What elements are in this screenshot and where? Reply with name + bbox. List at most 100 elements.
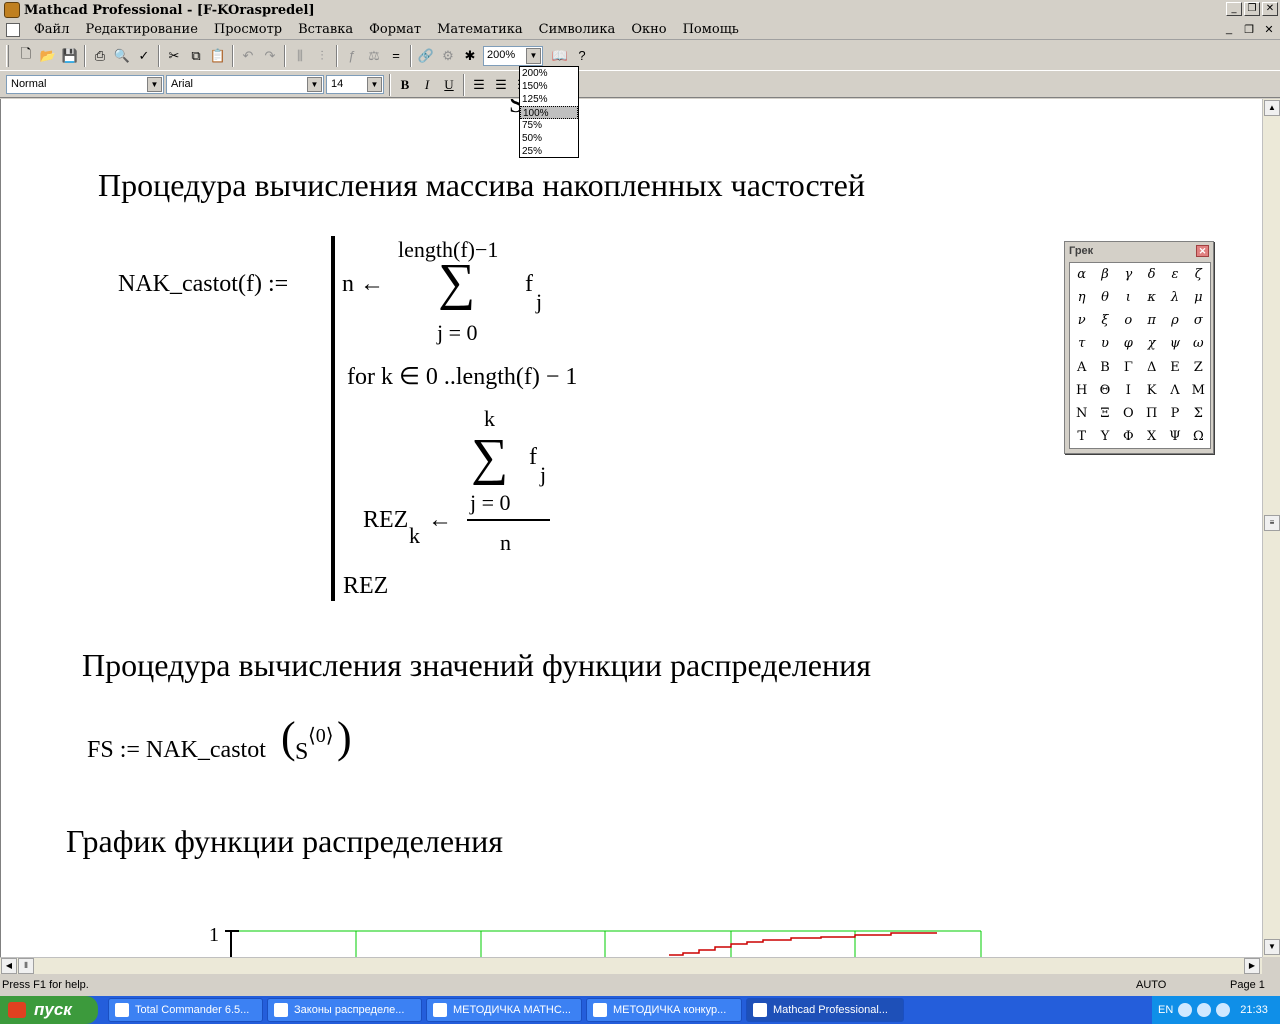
greek-letter-button[interactable]: Ζ: [1187, 356, 1210, 379]
greek-letter-button[interactable]: ο: [1117, 309, 1140, 332]
bold-button[interactable]: B: [394, 75, 416, 95]
greek-letter-button[interactable]: Θ: [1093, 379, 1116, 402]
greek-letter-button[interactable]: φ: [1117, 332, 1140, 355]
doc-minimize-button[interactable]: _: [1222, 23, 1236, 36]
greek-letter-button[interactable]: ω: [1187, 332, 1210, 355]
chevron-down-icon[interactable]: ▼: [147, 77, 162, 92]
print-icon[interactable]: ⎙: [89, 45, 111, 67]
spellcheck-icon[interactable]: ✓: [133, 45, 155, 67]
tray-volume-icon[interactable]: [1216, 1003, 1231, 1017]
greek-letter-button[interactable]: Μ: [1187, 379, 1210, 402]
scroll-left-icon[interactable]: ◀: [1, 958, 17, 974]
toolbar-grip[interactable]: [6, 44, 9, 67]
greek-letter-button[interactable]: ι: [1117, 286, 1140, 309]
align-down-icon[interactable]: ⫶: [311, 45, 333, 67]
greek-letter-button[interactable]: η: [1070, 286, 1093, 309]
greek-letter-button[interactable]: Ω: [1187, 425, 1210, 448]
header-nak-castot[interactable]: Процедура вычисления массива накопленных…: [98, 167, 865, 204]
distribution-graph[interactable]: [221, 925, 991, 957]
align-left-icon[interactable]: ☰: [468, 75, 490, 95]
insert-unit-icon[interactable]: ⚖: [363, 45, 385, 67]
print-preview-icon[interactable]: 🔍: [111, 45, 133, 67]
restore-button[interactable]: ❐: [1244, 2, 1260, 16]
greek-letter-button[interactable]: Ε: [1163, 356, 1186, 379]
greek-letter-button[interactable]: Σ: [1187, 402, 1210, 425]
undo-icon[interactable]: ↶: [237, 45, 259, 67]
n-assign[interactable]: n ←: [342, 271, 384, 298]
greek-letter-button[interactable]: β: [1093, 263, 1116, 286]
language-indicator[interactable]: EN: [1158, 1004, 1173, 1016]
resources-book-icon[interactable]: 📖: [549, 45, 571, 67]
greek-letter-button[interactable]: κ: [1140, 286, 1163, 309]
greek-letter-button[interactable]: ζ: [1187, 263, 1210, 286]
greek-letter-button[interactable]: τ: [1070, 332, 1093, 355]
sum-lower-limit[interactable]: j = 0: [437, 320, 478, 346]
task-mathcad[interactable]: Mathcad Professional...: [746, 998, 904, 1022]
greek-letter-button[interactable]: χ: [1140, 332, 1163, 355]
zoom-select[interactable]: 200% ▼: [483, 45, 543, 66]
start-button[interactable]: пуск: [0, 996, 98, 1024]
menu-insert[interactable]: Вставка: [290, 22, 361, 37]
greek-letter-button[interactable]: Η: [1070, 379, 1093, 402]
greek-letter-button[interactable]: Κ: [1140, 379, 1163, 402]
menu-help[interactable]: Помощь: [675, 22, 747, 37]
greek-letter-button[interactable]: Ρ: [1163, 402, 1186, 425]
sum-variable[interactable]: f: [525, 271, 533, 298]
greek-letter-button[interactable]: γ: [1117, 263, 1140, 286]
zoom-dropdown-list[interactable]: 200% 150% 125% 100% 75% 50% 25%: [519, 66, 579, 158]
greek-letter-button[interactable]: ε: [1163, 263, 1186, 286]
zoom-option[interactable]: 125%: [520, 93, 578, 106]
function-definition-lhs[interactable]: NAK_castot(f) :=: [118, 271, 288, 298]
doc-restore-button[interactable]: ❐: [1242, 23, 1256, 36]
greek-letter-button[interactable]: Π: [1140, 402, 1163, 425]
mathcad-app-icon[interactable]: [4, 2, 20, 18]
new-icon[interactable]: 🗋: [15, 45, 37, 67]
copy-icon[interactable]: ⧉: [185, 45, 207, 67]
tray-arrow-icon[interactable]: [1178, 1003, 1193, 1017]
vertical-scrollbar[interactable]: ▲ ≡ ▼: [1262, 99, 1280, 957]
font-size-select[interactable]: 14 ▼: [326, 75, 384, 94]
hscroll-thumb[interactable]: ⦀: [18, 958, 34, 974]
save-icon[interactable]: 💾: [59, 45, 81, 67]
worksheet[interactable]: S 1 Процедура вычисления массива накопле…: [0, 99, 1262, 957]
style-select[interactable]: Normal ▼: [6, 75, 164, 94]
zoom-option[interactable]: 25%: [520, 145, 578, 158]
scroll-thumb[interactable]: ≡: [1264, 515, 1280, 531]
greek-letter-button[interactable]: Ψ: [1163, 425, 1186, 448]
align-across-icon[interactable]: ⫼: [289, 45, 311, 67]
rez-assign-lhs[interactable]: REZ: [363, 507, 408, 534]
greek-letter-button[interactable]: ξ: [1093, 309, 1116, 332]
insert-component-icon[interactable]: ⚙: [437, 45, 459, 67]
greek-palette-header[interactable]: Грек ✕: [1065, 242, 1213, 260]
greek-letter-button[interactable]: Γ: [1117, 356, 1140, 379]
sum2-variable[interactable]: f: [529, 444, 537, 471]
cut-icon[interactable]: ✂: [163, 45, 185, 67]
task-word-doc-2[interactable]: МЕТОДИЧКА MATHC...: [426, 998, 582, 1022]
greek-letter-button[interactable]: π: [1140, 309, 1163, 332]
task-total-commander[interactable]: Total Commander 6.5...: [108, 998, 263, 1022]
document-icon[interactable]: [6, 22, 20, 37]
menu-math[interactable]: Математика: [429, 22, 531, 37]
fs-argument[interactable]: S: [295, 739, 308, 766]
insert-function-icon[interactable]: ƒ: [341, 45, 363, 67]
greek-letter-button[interactable]: Χ: [1140, 425, 1163, 448]
greek-letter-button[interactable]: ψ: [1163, 332, 1186, 355]
menu-symbolics[interactable]: Символика: [531, 22, 624, 37]
greek-letter-button[interactable]: ν: [1070, 309, 1093, 332]
redo-icon[interactable]: ↷: [259, 45, 281, 67]
greek-letter-button[interactable]: Φ: [1117, 425, 1140, 448]
header-distribution-values[interactable]: Процедура вычисления значений функции ра…: [82, 647, 871, 684]
greek-letter-button[interactable]: σ: [1187, 309, 1210, 332]
greek-letter-button[interactable]: Ν: [1070, 402, 1093, 425]
greek-letter-button[interactable]: Β: [1093, 356, 1116, 379]
align-center-icon[interactable]: ☰: [490, 75, 512, 95]
chevron-down-icon[interactable]: ▼: [367, 77, 382, 92]
close-icon[interactable]: ✕: [1196, 245, 1209, 257]
greek-letter-button[interactable]: μ: [1187, 286, 1210, 309]
rez-return[interactable]: REZ: [343, 573, 388, 600]
greek-letter-button[interactable]: δ: [1140, 263, 1163, 286]
resource-center-icon[interactable]: ✱: [459, 45, 481, 67]
zoom-option[interactable]: 200%: [520, 67, 578, 80]
menu-edit[interactable]: Редактирование: [77, 22, 205, 37]
header-graph[interactable]: График функции распределения: [66, 823, 503, 860]
